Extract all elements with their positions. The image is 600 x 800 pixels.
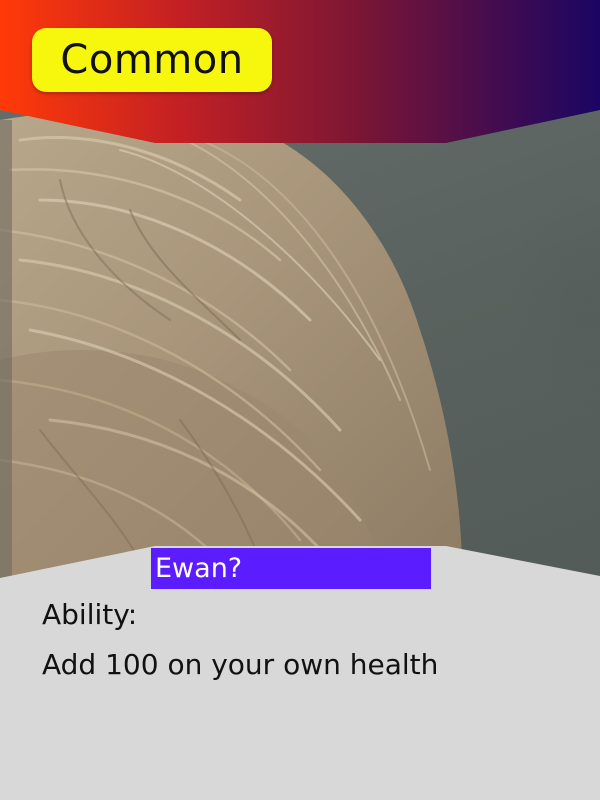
ability-title: Ability: xyxy=(42,598,138,631)
card-name: Ewan? xyxy=(155,553,243,584)
rarity-badge: Common xyxy=(32,28,272,92)
rarity-label: Common xyxy=(60,37,244,83)
character-card: Common Ewan? Ability: Add 100 on your ow… xyxy=(0,0,600,800)
ability-description: Add 100 on your own health xyxy=(42,648,439,681)
card-name-box: Ewan? xyxy=(151,548,431,589)
